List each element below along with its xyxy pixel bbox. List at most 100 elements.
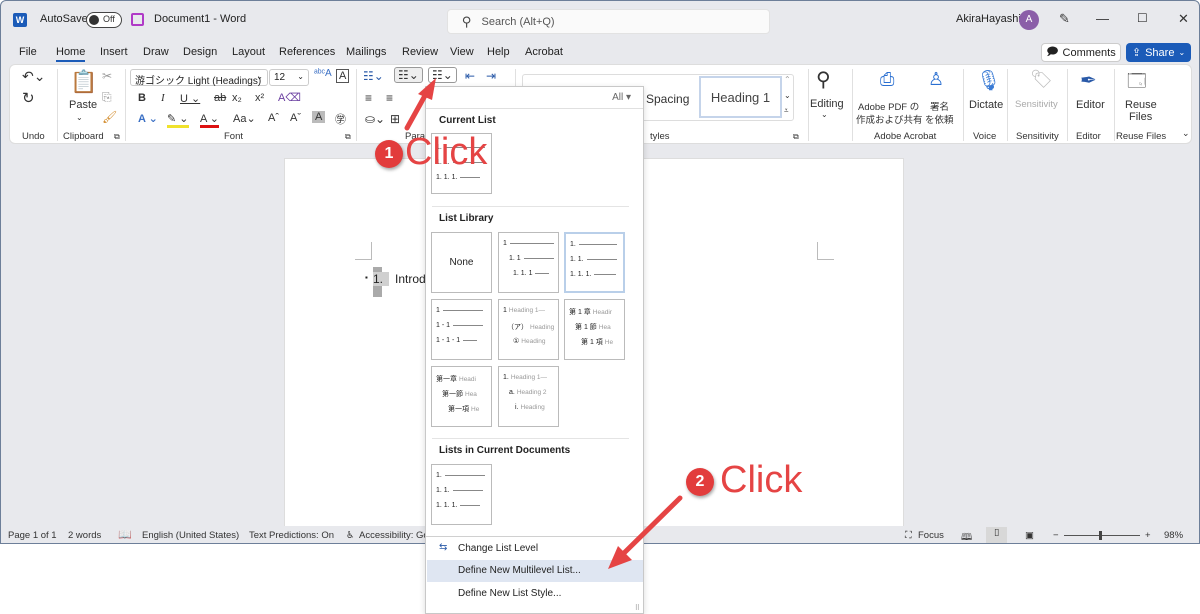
minimize-icon[interactable]: —	[1096, 11, 1109, 26]
sign-label-1[interactable]: 署名	[930, 99, 949, 113]
proofing-icon[interactable]: 📖	[118, 528, 132, 541]
autosave-toggle[interactable]: Off	[86, 12, 122, 28]
read-mode-icon[interactable]: 🕮	[961, 530, 972, 543]
bullets-button[interactable]: ☷⌄	[363, 69, 384, 83]
copy-icon[interactable]: ⎘	[102, 90, 112, 105]
tab-draw[interactable]: Draw	[143, 46, 169, 58]
multilevel-list-button[interactable]: ☷⌄	[428, 67, 457, 83]
style-no-spacing[interactable]: Spacing	[646, 92, 689, 106]
reuse-files-icon[interactable]: 🗔	[1127, 69, 1147, 99]
list-library-item[interactable]: 第 1 章 Headir 第 1 節 Hea 第 1 項 He	[564, 299, 625, 360]
borders-icon[interactable]: ⊞	[390, 112, 400, 126]
search-input[interactable]: ⚲ Search (Alt+Q)	[447, 9, 770, 34]
resize-grip-icon[interactable]: ⠿	[635, 604, 640, 612]
tab-help[interactable]: Help	[487, 46, 510, 58]
zoom-slider-thumb[interactable]	[1099, 531, 1102, 540]
focus-icon[interactable]: ⛶	[905, 530, 912, 541]
accessibility-status[interactable]: Accessibility: Go	[359, 530, 429, 541]
zoom-out-button[interactable]: −	[1053, 530, 1059, 541]
reuse-label-2[interactable]: Files	[1129, 111, 1152, 123]
tab-home[interactable]: Home	[56, 46, 86, 62]
close-icon[interactable]: ✕	[1178, 11, 1189, 27]
shrink-font-button[interactable]: Aˇ	[290, 112, 301, 124]
zoom-in-button[interactable]: +	[1145, 530, 1151, 541]
font-launcher-icon[interactable]: ⧉	[345, 132, 351, 142]
subscript-button[interactable]: x₂	[232, 92, 242, 104]
paste-dropdown-icon[interactable]: ⌄	[76, 113, 83, 122]
styles-more-icon[interactable]: ⩡	[784, 106, 789, 116]
list-library-item[interactable]: 1 Heading 1— （ア） Heading ① Heading	[498, 299, 559, 360]
list-library-item-selected[interactable]: 1. 1. 1. 1. 1. 1.	[564, 232, 625, 293]
tab-mailings[interactable]: Mailings	[346, 46, 386, 58]
reuse-label-1[interactable]: Reuse	[1125, 99, 1157, 111]
shading-icon[interactable]: ⛀⌄	[365, 112, 385, 126]
accessibility-icon[interactable]: ♿	[346, 530, 355, 541]
request-signature-icon[interactable]: ♙	[928, 69, 944, 90]
paste-button[interactable]: Paste	[69, 99, 97, 111]
tab-layout[interactable]: Layout	[232, 46, 265, 58]
strikethrough-button[interactable]: ab	[214, 92, 226, 104]
list-library-item[interactable]: 第一章 Headi 第一節 Hea 第一項 He	[431, 366, 492, 427]
define-new-multilevel-list-item[interactable]: Define New Multilevel List...	[427, 560, 643, 582]
format-painter-icon[interactable]: 🖌	[102, 110, 117, 124]
style-heading-1[interactable]: Heading 1	[699, 76, 782, 118]
undo-icon[interactable]: ↶⌄	[22, 68, 45, 85]
define-new-list-style-item[interactable]: Define New List Style...	[427, 583, 643, 605]
adobe-pdf-label-2[interactable]: 作成および共有	[856, 112, 923, 126]
tab-insert[interactable]: Insert	[100, 46, 128, 58]
tab-review[interactable]: Review	[402, 46, 438, 58]
list-library-item[interactable]: 1. Heading 1— a. Heading 2 i. Heading	[498, 366, 559, 427]
comments-button[interactable]: 🗩 Comments	[1041, 43, 1121, 62]
cut-icon[interactable]: ✂	[102, 69, 112, 83]
zoom-slider[interactable]	[1064, 535, 1140, 536]
tab-references[interactable]: References	[279, 46, 335, 58]
word-count[interactable]: 2 words	[68, 530, 101, 541]
decrease-indent-icon[interactable]: ⇤	[465, 69, 475, 83]
numbering-button[interactable]: ☷⌄	[394, 67, 423, 83]
adobe-pdf-label-1[interactable]: Adobe PDF の	[858, 99, 919, 113]
adobe-pdf-icon[interactable]: ⎙	[880, 69, 894, 90]
list-filter[interactable]: All ▾	[426, 87, 643, 109]
print-layout-icon[interactable]: ▯	[986, 527, 1008, 543]
change-case-button[interactable]: Aa⌄	[233, 112, 256, 125]
clipboard-launcher-icon[interactable]: ⧉	[114, 132, 120, 142]
align-center-icon[interactable]: ≡	[386, 91, 393, 105]
save-icon[interactable]	[131, 13, 144, 26]
text-effects-button[interactable]: A ⌄	[138, 112, 158, 125]
chevron-down-icon[interactable]: ⌄	[821, 110, 828, 119]
superscript-button[interactable]: x²	[255, 92, 264, 104]
change-list-level-item[interactable]: ⇆ Change List Level	[427, 538, 643, 560]
sign-label-2[interactable]: を依頼	[925, 112, 954, 126]
styles-scroll-up-icon[interactable]: ⌃	[784, 75, 791, 84]
text-predictions[interactable]: Text Predictions: On	[249, 530, 334, 541]
italic-button[interactable]: I	[161, 92, 165, 104]
editor-pen-icon[interactable]: ✒	[1080, 68, 1097, 93]
highlight-color-button[interactable]: ✎ ⌄	[167, 112, 189, 128]
web-layout-icon[interactable]: ▣	[1025, 530, 1034, 541]
share-button[interactable]: ⇪ Share ⌄	[1126, 43, 1191, 62]
paste-icon[interactable]: 📋	[70, 69, 97, 95]
collapse-ribbon-icon[interactable]: ⌄	[1182, 128, 1190, 139]
bold-button[interactable]: B	[138, 92, 146, 104]
tab-file[interactable]: File	[19, 46, 37, 58]
document-text[interactable]: Introd	[395, 272, 426, 286]
avatar[interactable]: A	[1019, 10, 1039, 30]
align-left-icon[interactable]: ≡	[365, 91, 372, 105]
tab-view[interactable]: View	[450, 46, 474, 58]
list-number[interactable]: 1.	[373, 272, 390, 286]
styles-launcher-icon[interactable]: ⧉	[793, 132, 799, 142]
list-library-item[interactable]: 1 1. 1 1. 1. 1	[498, 232, 559, 293]
character-shading-button[interactable]: A	[312, 111, 326, 123]
pen-icon[interactable]: ✎	[1059, 11, 1070, 27]
document-list-thumbnail[interactable]: 1. 1. 1. 1. 1. 1.	[431, 464, 492, 525]
editing-button[interactable]: Editing	[810, 98, 844, 110]
font-name-select[interactable]: 游ゴシック Light (Headings) ⌄	[130, 69, 268, 87]
change-case-icon[interactable]: ᵃᵇᶜA	[314, 68, 332, 79]
tab-design[interactable]: Design	[183, 46, 217, 58]
redo-icon[interactable]: ↻	[22, 89, 35, 107]
tab-acrobat[interactable]: Acrobat	[525, 46, 563, 58]
microphone-icon[interactable]: 🎙	[976, 68, 1001, 93]
focus-button[interactable]: Focus	[918, 530, 944, 541]
underline-button[interactable]: U ⌄	[180, 92, 200, 105]
maximize-icon[interactable]: ☐	[1137, 11, 1148, 25]
